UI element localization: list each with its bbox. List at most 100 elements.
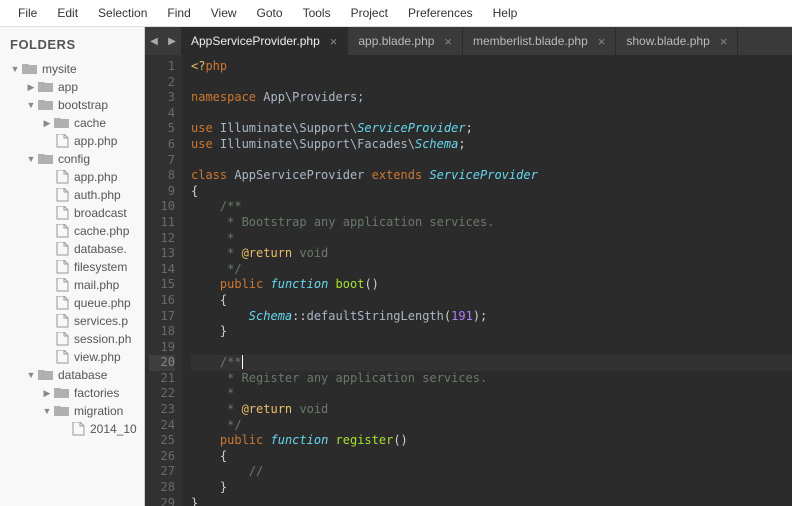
tree-item-label: mysite [42,62,77,76]
menu-selection[interactable]: Selection [88,4,157,22]
menu-file[interactable]: File [8,4,47,22]
folder-factories[interactable]: ▶factories [0,384,144,402]
code-line [191,340,792,356]
code-line: // [191,464,792,480]
folder-database[interactable]: ▼database [0,366,144,384]
close-icon[interactable]: × [330,34,338,49]
folder-bootstrap[interactable]: ▼ bootstrap [0,96,144,114]
sidebar: FOLDERS ▼mysite▶app▼bootstrap▶cacheapp.p… [0,27,145,506]
tab-app-blade-php[interactable]: app.blade.php × [348,27,463,55]
menu-edit[interactable]: Edit [47,4,88,22]
code-line: */ [191,262,792,278]
close-icon[interactable]: × [444,34,452,49]
line-number: 4 [149,106,175,122]
chevron-down-icon[interactable]: ▼ [42,406,52,416]
line-number: 29 [149,496,175,506]
tree-item-label: app.php [74,170,117,184]
tree-item-label: filesystem [74,260,127,274]
line-number: 13 [149,246,175,262]
line-number: 15 [149,277,175,293]
code-line: * @return void [191,402,792,418]
folders-heading: FOLDERS [0,33,144,60]
tab-label: show.blade.php [626,34,709,48]
file-broadcast[interactable]: broadcast [0,204,144,222]
code-line: } [191,480,792,496]
file-cache-php[interactable]: cache.php [0,222,144,240]
menu-preferences[interactable]: Preferences [398,4,483,22]
line-number: 2 [149,75,175,91]
tree-item-label: broadcast [74,206,127,220]
folder-config[interactable]: ▼config [0,150,144,168]
tree-item-label: mail.php [74,278,119,292]
file-icon [54,189,70,202]
folder-icon [38,153,54,166]
line-number: 18 [149,324,175,340]
tab-show-blade-php[interactable]: show.blade.php × [616,27,738,55]
editor-pane: ◀ ▶ AppServiceProvider.php×app.blade.php… [145,27,792,506]
file-icon [54,225,70,238]
line-number: 16 [149,293,175,309]
menu-project[interactable]: Project [341,4,398,22]
line-number: 1 [149,59,175,75]
code-content[interactable]: <?php namespace App\Providers; use Illum… [183,55,792,506]
line-number: 8 [149,168,175,184]
folder-mysite[interactable]: ▼ mysite [0,60,144,78]
chevron-right-icon[interactable]: ▶ [26,82,36,93]
tree-item-label: app [58,80,78,94]
tab-bar: ◀ ▶ AppServiceProvider.php×app.blade.php… [145,27,792,55]
tab-memberlist-blade-php[interactable]: memberlist.blade.php × [463,27,616,55]
line-number: 7 [149,153,175,169]
code-line: { [191,184,792,200]
folder-migration[interactable]: ▼migration [0,402,144,420]
code-line [191,75,792,91]
menu-goto[interactable]: Goto [247,4,293,22]
file-database-[interactable]: database. [0,240,144,258]
code-area: 1234567891011121314151617181920212223242… [145,55,792,506]
file-queue-php[interactable]: queue.php [0,294,144,312]
line-number: 21 [149,371,175,387]
tree-item-label: queue.php [74,296,131,310]
code-line: * [191,231,792,247]
chevron-down-icon[interactable]: ▼ [26,370,36,380]
file-mail-php[interactable]: mail.php [0,276,144,294]
tab-nav-right-icon[interactable]: ▶ [163,27,181,55]
folder-cache[interactable]: ▶cache [0,114,144,132]
chevron-right-icon[interactable]: ▶ [42,388,52,399]
file-services-p[interactable]: services.p [0,312,144,330]
file-view-php[interactable]: view.php [0,348,144,366]
tree-item-label: bootstrap [58,98,108,112]
file-icon [54,279,70,292]
close-icon[interactable]: × [720,34,728,49]
chevron-down-icon[interactable]: ▼ [10,64,20,74]
file-auth-php[interactable]: auth.php [0,186,144,204]
tab-nav-left-icon[interactable]: ◀ [145,27,163,55]
text-cursor [242,355,243,369]
chevron-down-icon[interactable]: ▼ [26,100,36,110]
tab-label: app.blade.php [358,34,434,48]
code-line: /** [191,199,792,215]
close-icon[interactable]: × [598,34,606,49]
tab-appserviceprovider-php[interactable]: AppServiceProvider.php × [181,27,348,55]
file-session-ph[interactable]: session.ph [0,330,144,348]
folder-icon [38,369,54,382]
code-line: * Bootstrap any application services. [191,215,792,231]
code-line: { [191,449,792,465]
tab-label: AppServiceProvider.php [191,34,320,48]
chevron-down-icon[interactable]: ▼ [26,154,36,164]
file-app-php[interactable]: app.php [0,132,144,150]
code-line: * [191,386,792,402]
menu-tools[interactable]: Tools [293,4,341,22]
menu-help[interactable]: Help [483,4,528,22]
tab-label: memberlist.blade.php [473,34,588,48]
menu-view[interactable]: View [201,4,247,22]
folder-app[interactable]: ▶ app [0,78,144,96]
line-number: 10 [149,199,175,215]
file-2014-10[interactable]: 2014_10 [0,420,144,438]
chevron-right-icon[interactable]: ▶ [42,118,52,129]
file-filesystem[interactable]: filesystem [0,258,144,276]
menu-find[interactable]: Find [157,4,200,22]
file-app-php[interactable]: app.php [0,168,144,186]
line-number: 23 [149,402,175,418]
code-line: */ [191,418,792,434]
line-number: 28 [149,480,175,496]
